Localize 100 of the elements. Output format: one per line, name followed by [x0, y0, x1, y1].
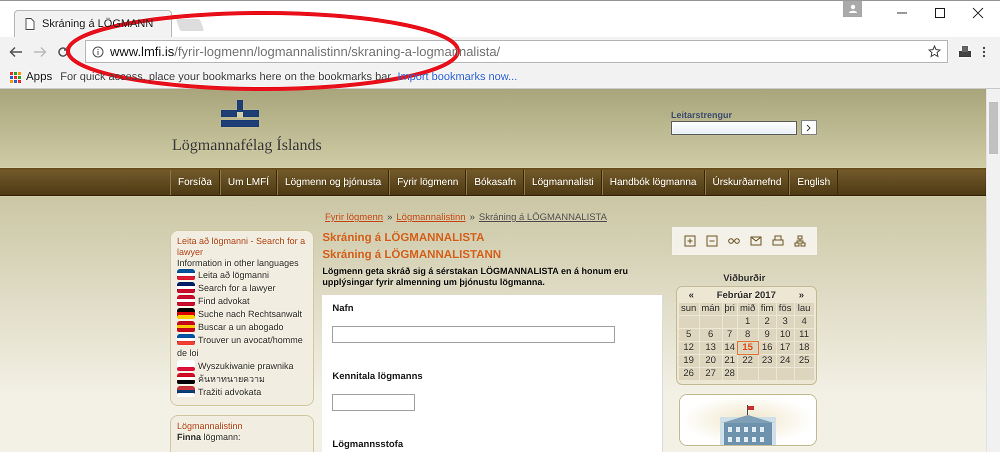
language-link[interactable]: Wyszukiwanie prawnika: [177, 360, 310, 373]
scrollbar[interactable]: [986, 88, 1000, 452]
language-link[interactable]: Tražiti advokata: [177, 386, 310, 399]
printer-icon[interactable]: [772, 235, 784, 247]
nav-link[interactable]: Lögmenn og þjónusta: [277, 170, 390, 195]
chevron-right-icon: [806, 124, 812, 132]
calendar-day[interactable]: 28: [722, 368, 737, 380]
nav-link[interactable]: Lögmannalisti: [524, 170, 602, 195]
calendar-day[interactable]: 24: [776, 355, 794, 367]
sitemap-icon[interactable]: [794, 235, 806, 247]
weekday-header: lau: [794, 303, 814, 315]
nav-link[interactable]: Handbók lögmanna: [602, 170, 704, 195]
field-label: Lögmannsstofa: [332, 439, 404, 450]
info-icon: [92, 46, 104, 58]
calendar-day[interactable]: 1: [738, 316, 758, 328]
calendar-day[interactable]: 23: [758, 355, 776, 367]
month-title: Febrúar 2017: [716, 290, 776, 301]
calendar-day[interactable]: 16: [758, 342, 776, 354]
calendar-day[interactable]: 22: [738, 355, 758, 367]
reload-icon[interactable]: [57, 46, 69, 58]
calendar-day[interactable]: 2: [758, 316, 776, 328]
flag-icon: [177, 295, 195, 306]
language-link[interactable]: Find advokat: [177, 295, 310, 308]
calendar-day[interactable]: 10: [776, 329, 794, 341]
scrollbar-thumb[interactable]: [989, 102, 998, 154]
panel-title: Leita að lögmanni - Search for a lawyer: [177, 236, 306, 258]
calendar-day[interactable]: 19: [678, 355, 699, 367]
nav-link[interactable]: Fyrir lögmenn: [389, 170, 466, 195]
language-link[interactable]: Search for a lawyer: [177, 282, 310, 295]
person-icon: [848, 4, 858, 14]
calendar-day[interactable]: 4: [794, 316, 814, 328]
plus-box-icon[interactable]: [684, 235, 696, 247]
flag-icon: [177, 308, 195, 319]
field-label: Nafn: [332, 303, 355, 314]
site-name: Lögmannafélag Íslands: [172, 137, 322, 155]
weekday-header: mið: [738, 303, 758, 315]
menu-icon[interactable]: [982, 46, 986, 58]
calendar-day[interactable]: 14: [722, 342, 737, 354]
flag-icon: [177, 373, 195, 384]
flag-icon: [177, 321, 195, 332]
nav-link[interactable]: Forsíða: [170, 170, 220, 195]
panel-subtitle: Information in other languages: [177, 258, 300, 269]
back-arrow-icon[interactable]: [9, 46, 23, 58]
nav-link[interactable]: Um LMFÍ: [220, 170, 278, 195]
flag-icon: [177, 386, 195, 397]
printer-icon[interactable]: [958, 45, 972, 58]
events-heading: Viðburðir: [722, 273, 766, 284]
language-link[interactable]: Leita að lögmanni: [177, 269, 310, 282]
calendar-day[interactable]: 7: [722, 329, 737, 341]
panel-title: Lögmannalistinn: [177, 421, 244, 432]
maximize-icon[interactable]: [934, 7, 946, 19]
close-icon[interactable]: [972, 7, 984, 19]
weekday-header: sun: [678, 303, 699, 315]
calendar-day[interactable]: 26: [678, 368, 699, 380]
calendar-day[interactable]: 20: [700, 355, 722, 367]
calendar-day[interactable]: 21: [722, 355, 737, 367]
calendar-day[interactable]: 17: [776, 342, 794, 354]
nav-link[interactable]: English: [789, 170, 838, 195]
input-field[interactable]: [332, 326, 616, 343]
weekday-header: fös: [776, 303, 794, 315]
flag-icon: [177, 334, 195, 345]
nav-link[interactable]: Bókasafn: [466, 170, 524, 195]
apps-shortcut[interactable]: Apps: [10, 71, 52, 83]
star-icon[interactable]: [928, 45, 941, 58]
language-link[interactable]: Suche nach Rechtsanwalt: [177, 308, 310, 321]
weekday-header: fim: [758, 303, 776, 315]
calendar-day[interactable]: 11: [794, 329, 814, 341]
intro-text: Lögmenn geta skráð sig á sérstakan LÖGMANNALISTA en á honum eru upplýsingar fyrir almenning um þjónustu lögmanna.: [322, 266, 629, 288]
page-subtitle: Skráning á LÖGMANNALISTANN: [322, 247, 502, 263]
language-link[interactable]: Buscar a un abogado: [177, 321, 310, 334]
breadcrumb-link[interactable]: Skráning á LÖGMANNALISTA: [478, 212, 607, 230]
calendar-day[interactable]: 18: [794, 342, 814, 354]
flag-icon: [177, 360, 195, 371]
calendar-day[interactable]: 3: [776, 316, 794, 328]
calendar-day[interactable]: 13: [700, 342, 722, 354]
apps-grid-icon: [10, 72, 21, 82]
language-link[interactable]: ค้นหาทนายความ: [177, 373, 310, 386]
envelope-icon[interactable]: [750, 235, 762, 247]
scales-logo-icon: [221, 100, 259, 128]
calendar-day[interactable]: 5: [678, 329, 699, 341]
previous-month-link[interactable]: «: [688, 290, 694, 301]
search-label: Leitarstrengur: [671, 110, 734, 120]
calendar-day[interactable]: 27: [700, 368, 722, 380]
input-field[interactable]: [332, 394, 416, 411]
language-link[interactable]: Trouver un avocat/homme de loi: [177, 334, 310, 360]
calendar-day[interactable]: 8: [738, 329, 758, 341]
field-label: Kennitala lögmanns: [332, 371, 424, 382]
calendar-day[interactable]: 9: [758, 329, 776, 341]
calendar-day[interactable]: 25: [794, 355, 814, 367]
weekday-header: þri: [722, 303, 737, 315]
search-field[interactable]: [671, 120, 797, 134]
page-title: Skráning á LÖGMANNALISTA: [322, 230, 486, 246]
search-button[interactable]: [801, 120, 817, 135]
panel-subtitle: Finna lögmann:: [177, 432, 242, 443]
next-month-link[interactable]: »: [798, 290, 804, 301]
calendar-day[interactable]: 12: [678, 342, 699, 354]
calendar-day[interactable]: 6: [700, 329, 722, 341]
weekday-header: mán: [700, 303, 722, 315]
nav-link[interactable]: Úrskurðarnefnd: [704, 170, 790, 195]
minus-box-icon[interactable]: [706, 235, 718, 247]
